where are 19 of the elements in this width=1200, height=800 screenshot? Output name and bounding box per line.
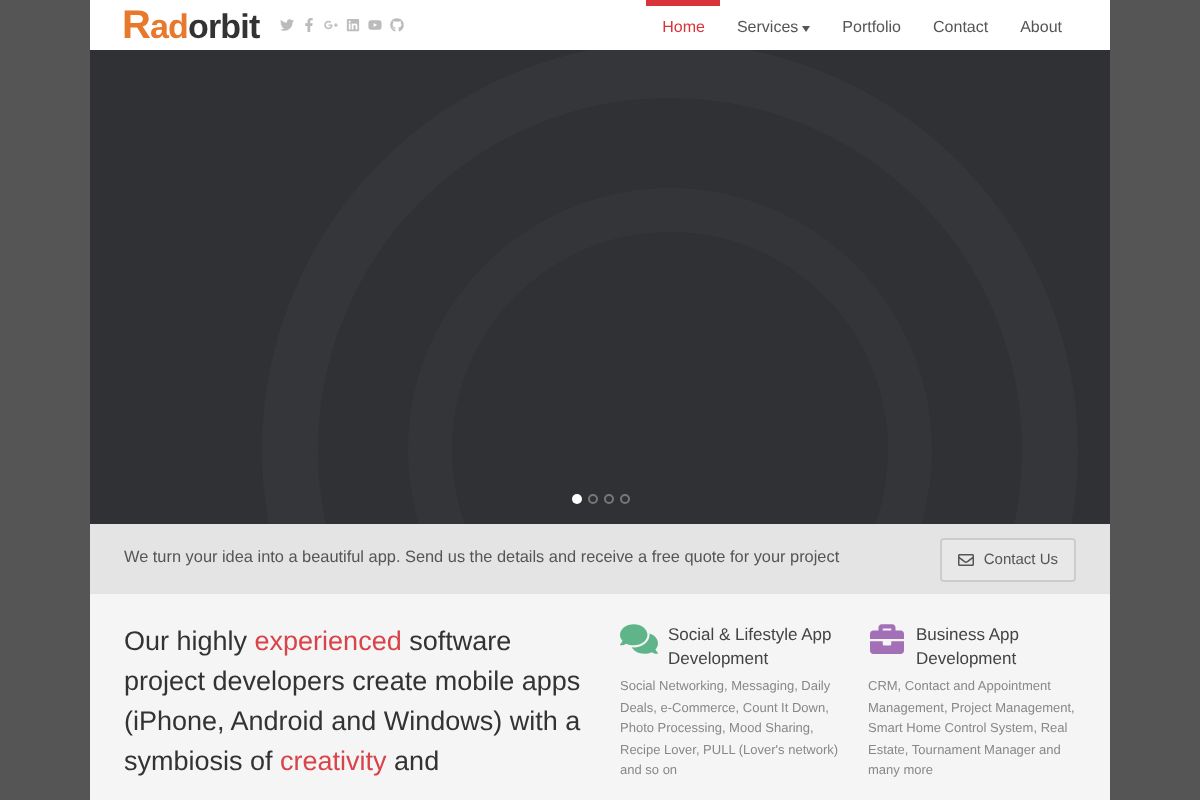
google-plus-icon[interactable] [323,18,338,32]
briefcase-icon [868,622,906,656]
nav-link[interactable]: Home [646,0,721,50]
facebook-icon[interactable] [301,18,316,32]
service-title: Social & Lifestyle App Development [668,622,834,670]
nav-link[interactable]: About [1004,0,1078,50]
service-title: Business App Development [916,622,1022,670]
nav-link[interactable]: Services [720,0,827,50]
envelope-icon [957,551,974,567]
linkedin-icon[interactable] [345,18,360,32]
speech-bubbles-icon [620,622,658,656]
twitter-icon[interactable] [279,18,294,32]
intro-paragraph: Our highly experienced software project developers create mobile apps (iPhone, Android and Windows) with a symbiosis of creativity and [124,624,583,780]
github-icon[interactable] [389,18,404,32]
logo[interactable]: Radorbit [122,5,260,45]
youtube-icon[interactable] [367,18,382,32]
nav-link[interactable]: Portfolio [826,0,918,50]
nav-link[interactable]: Contact [917,0,1005,50]
quote-text: We turn your idea into a beautiful app. Send us the details and receive a free quote for your project [124,546,840,571]
